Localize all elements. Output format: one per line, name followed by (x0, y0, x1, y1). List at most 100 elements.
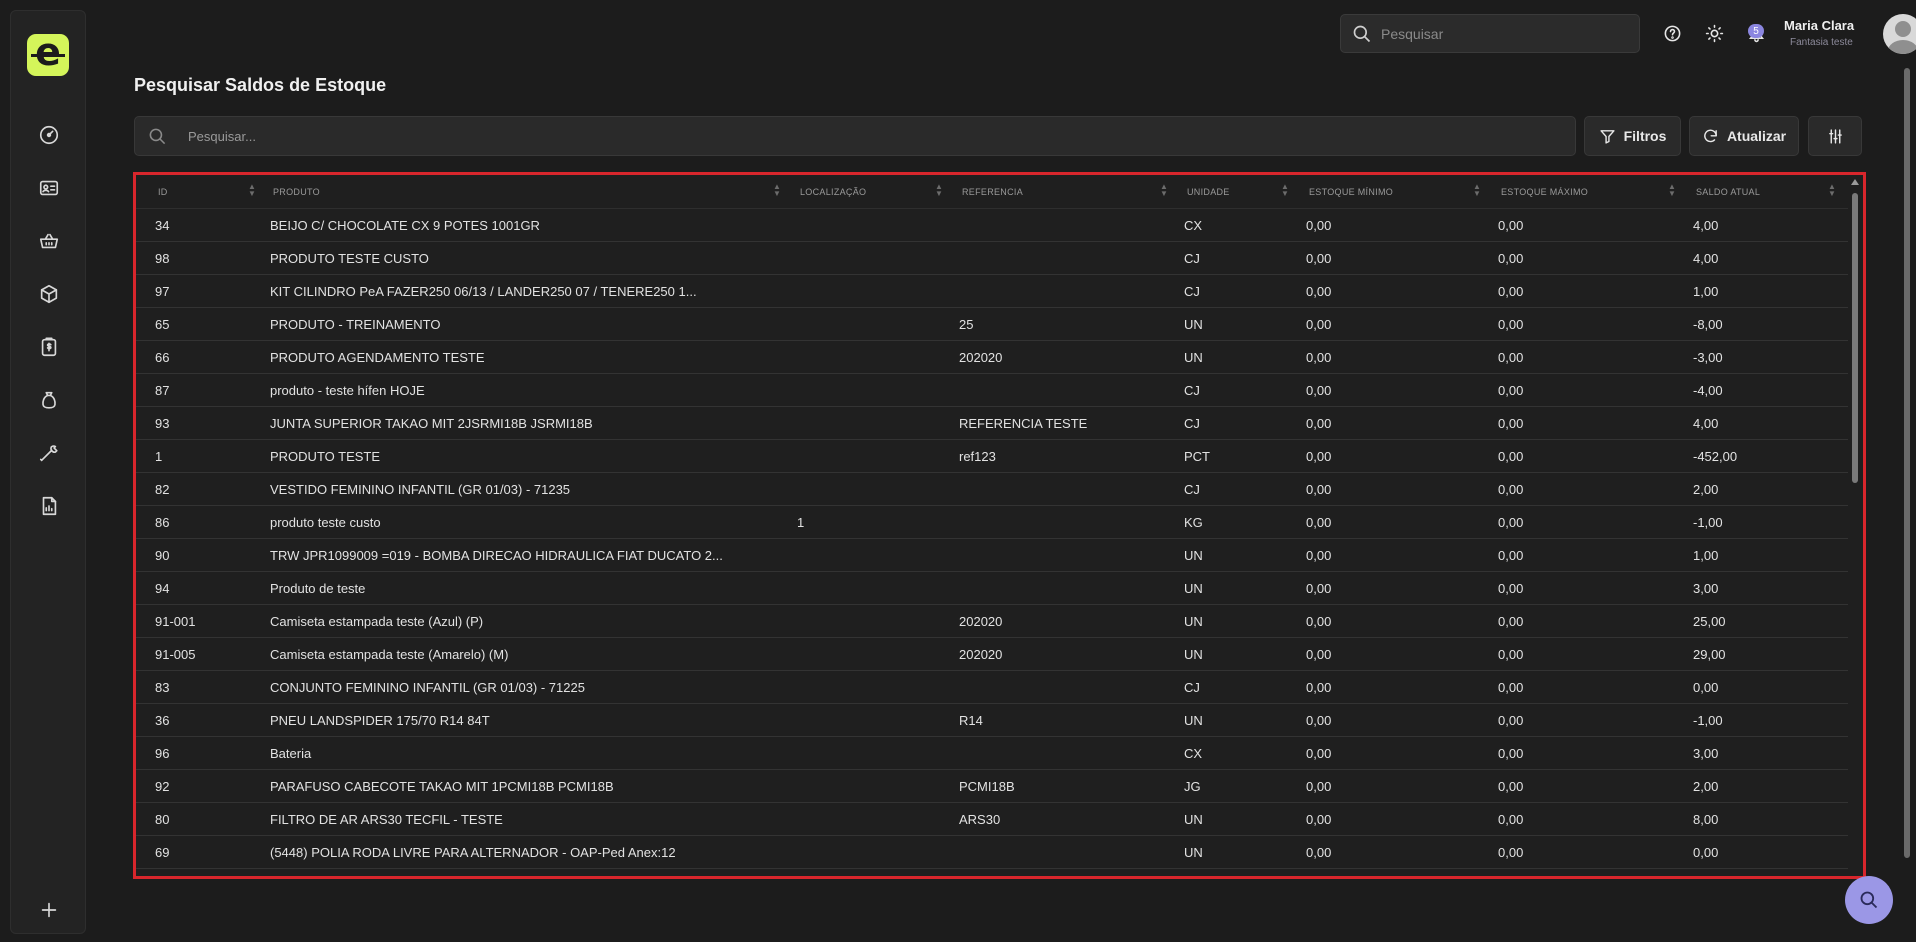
global-search-input[interactable] (1381, 25, 1621, 42)
cell-unidade: CX (1184, 746, 1203, 761)
column-header-id[interactable]: ID (158, 187, 168, 197)
cell-estoque-minimo: 0,00 (1306, 647, 1332, 662)
app-logo[interactable]: e (27, 33, 69, 76)
refresh-button[interactable]: Atualizar (1689, 116, 1799, 156)
cell-estoque-minimo: 0,00 (1306, 350, 1332, 365)
cell-localizacao: 1 (797, 515, 805, 530)
table-row[interactable]: 36 PNEU LANDSPIDER 175/70 R14 84T R14 UN 0,0… (136, 704, 1848, 737)
shopping-basket-icon[interactable] (36, 228, 62, 254)
cell-estoque-minimo: 0,00 (1306, 251, 1332, 266)
help-icon[interactable] (1661, 22, 1683, 44)
cell-estoque-maximo: 0,00 (1498, 647, 1524, 662)
sort-icon[interactable]: ▲ ▼ (773, 183, 781, 198)
filters-button[interactable]: Filtros (1584, 116, 1681, 156)
stock-search[interactable] (134, 116, 1576, 156)
cell-produto: Camiseta estampada teste (Amarelo) (M) (270, 647, 509, 662)
cell-id: 83 (155, 680, 170, 695)
table-row[interactable]: 91-001 Camiseta estampada teste (Azul) (P… (136, 605, 1848, 638)
table-row[interactable]: 90 TRW JPR1099009 =019 - BOMBA DIRECAO HI… (136, 539, 1848, 572)
avatar[interactable] (1883, 14, 1916, 54)
column-header-estoque-minimo[interactable]: ESTOQUE MÍNIMO (1309, 187, 1393, 197)
cell-produto: VESTIDO FEMININO INFANTIL (GR 01/03) - 7… (270, 482, 571, 497)
sort-icon[interactable]: ▲ ▼ (935, 183, 943, 198)
add-icon[interactable] (36, 897, 62, 923)
cell-unidade: JG (1184, 779, 1201, 794)
column-header-estoque-maximo[interactable]: ESTOQUE MÁXIMO (1501, 187, 1588, 197)
cell-unidade: UN (1184, 548, 1203, 563)
cell-saldo-atual: -1,00 (1693, 713, 1723, 728)
cell-estoque-minimo: 0,00 (1306, 746, 1332, 761)
cell-estoque-maximo: 0,00 (1498, 218, 1524, 233)
cell-saldo-atual: 4,00 (1693, 218, 1719, 233)
table-row[interactable]: 91-005 Camiseta estampada teste (Amarelo)… (136, 638, 1848, 671)
cell-estoque-maximo: 0,00 (1498, 482, 1524, 497)
table-row[interactable]: 92 PARAFUSO CABECOTE TAKAO MIT 1PCMI18B P… (136, 770, 1848, 803)
table-row[interactable]: 82 VESTIDO FEMININO INFANTIL (GR 01/03) -… (136, 473, 1848, 506)
cell-produto: produto teste custo (270, 515, 381, 530)
column-header-unidade[interactable]: UNIDADE (1187, 187, 1230, 197)
table-row[interactable]: 69 (5448) POLIA RODA LIVRE PARA ALTERNADO… (136, 836, 1848, 869)
refresh-icon (1704, 129, 1717, 142)
sort-icon[interactable]: ▲ ▼ (1668, 183, 1676, 198)
table-row[interactable]: 1 PRODUTO TESTE ref123 PCT 0,00 0,00 -452,00 (136, 440, 1848, 473)
column-header-saldo-atual[interactable]: SALDO ATUAL (1696, 187, 1760, 197)
sort-icon[interactable]: ▲ ▼ (1281, 183, 1289, 198)
table-row[interactable]: 98 PRODUTO TESTE CUSTO CJ 0,00 0,00 4,00 (136, 242, 1848, 275)
table-header: ID ▲ ▼ PRODUTO ▲ ▼ LOCALIZAÇÃO ▲ ▼ REFERENC… (136, 175, 1848, 209)
sort-icon[interactable]: ▲ ▼ (1473, 183, 1481, 198)
table-row[interactable]: 87 produto - teste hífen HOJE CJ 0,00 0,00 -4… (136, 374, 1848, 407)
cell-estoque-minimo: 0,00 (1306, 416, 1332, 431)
finance-clipboard-icon[interactable] (36, 334, 62, 360)
theme-toggle-icon[interactable] (1703, 22, 1725, 44)
cell-id: 96 (155, 746, 170, 761)
stock-search-input[interactable] (188, 128, 1488, 144)
page-scrollbar[interactable] (1904, 68, 1910, 858)
table-row[interactable]: 94 Produto de teste UN 0,00 0,00 3,00 (136, 572, 1848, 605)
cell-estoque-maximo: 0,00 (1498, 845, 1524, 860)
table-row[interactable]: 83 CONJUNTO FEMININO INFANTIL (GR 01/03) … (136, 671, 1848, 704)
user-name[interactable]: Maria Clara (1784, 18, 1854, 33)
cell-saldo-atual: 2,00 (1693, 779, 1719, 794)
floating-search-button[interactable] (1845, 876, 1893, 924)
cell-produto: PRODUTO TESTE CUSTO (270, 251, 429, 266)
table-row[interactable]: 96 Bateria CX 0,00 0,00 3,00 (136, 737, 1848, 770)
cell-estoque-maximo: 0,00 (1498, 350, 1524, 365)
sort-icon[interactable]: ▲ ▼ (1828, 183, 1836, 198)
cell-unidade: UN (1184, 845, 1203, 860)
column-header-produto[interactable]: PRODUTO (273, 187, 320, 197)
cell-saldo-atual: 3,00 (1693, 746, 1719, 761)
column-header-referencia[interactable]: REFERENCIA (962, 187, 1023, 197)
table-row[interactable]: 86 produto teste custo 1 KG 0,00 0,00 -1,00 (136, 506, 1848, 539)
cell-saldo-atual: -1,00 (1693, 515, 1723, 530)
column-settings-button[interactable] (1808, 116, 1862, 156)
cell-estoque-maximo: 0,00 (1498, 284, 1524, 299)
wrench-icon[interactable] (36, 440, 62, 466)
cell-saldo-atual: 29,00 (1693, 647, 1726, 662)
table-scrollbar[interactable] (1850, 179, 1860, 876)
cell-unidade: CJ (1184, 482, 1200, 497)
table-row[interactable]: 93 JUNTA SUPERIOR TAKAO MIT 2JSRMI18B JSR… (136, 407, 1848, 440)
report-icon[interactable] (36, 493, 62, 519)
global-search[interactable] (1340, 14, 1640, 53)
sort-icon[interactable]: ▲ ▼ (1160, 183, 1168, 198)
sort-desc-icon[interactable]: ▲ ▼ (248, 183, 256, 198)
table-row[interactable]: 66 PRODUTO AGENDAMENTO TESTE 202020 UN 0,00 0… (136, 341, 1848, 374)
cell-produto: KIT CILINDRO PeA FAZER250 06/13 / LANDER… (270, 284, 697, 299)
table-row[interactable]: 34 BEIJO C/ CHOCOLATE CX 9 POTES 1001GR CX… (136, 209, 1848, 242)
cell-id: 98 (155, 251, 170, 266)
table-row[interactable]: 97 KIT CILINDRO PeA FAZER250 06/13 / LAND… (136, 275, 1848, 308)
dashboard-icon[interactable] (36, 122, 62, 148)
cell-id: 90 (155, 548, 170, 563)
table-row[interactable]: 65 PRODUTO - TREINAMENTO 25 UN 0,00 0,00 -8,00 (136, 308, 1848, 341)
table-row[interactable]: 80 FILTRO DE AR ARS30 TECFIL - TESTE ARS30… (136, 803, 1848, 836)
cell-estoque-maximo: 0,00 (1498, 515, 1524, 530)
money-bag-icon[interactable] (36, 387, 62, 413)
scroll-up-arrow[interactable] (1851, 179, 1859, 185)
column-header-localizacao[interactable]: LOCALIZAÇÃO (800, 187, 866, 197)
cell-saldo-atual: -8,00 (1693, 317, 1723, 332)
contacts-card-icon[interactable] (36, 175, 62, 201)
user-subtitle: Fantasia teste (1790, 37, 1853, 48)
cell-unidade: CJ (1184, 383, 1200, 398)
scroll-thumb[interactable] (1852, 193, 1858, 483)
box-icon[interactable] (36, 281, 62, 307)
